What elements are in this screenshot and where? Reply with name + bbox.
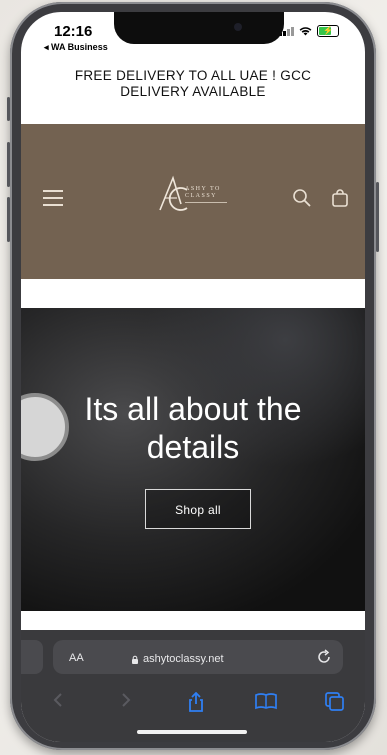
announcement-line-1: FREE DELIVERY TO ALL UAE ! GCC (74, 68, 312, 83)
back-icon[interactable] (51, 692, 65, 708)
announcement-line-2: DELIVERY AVAILABLE (120, 84, 266, 99)
share-icon[interactable] (187, 692, 205, 712)
home-indicator[interactable] (137, 730, 247, 734)
status-indicators: ⚡ (279, 25, 339, 37)
power-button (376, 182, 379, 252)
announcement-bar: FREE DELIVERY TO ALL UAE ! GCC DELIVERY … (21, 68, 365, 100)
logo-wordmark: ASHY TO CLASSY (185, 186, 227, 203)
reload-icon[interactable] (316, 649, 332, 665)
volume-down-button (7, 197, 10, 242)
shop-all-button[interactable]: Shop all (145, 489, 251, 529)
previous-tab-preview[interactable] (21, 640, 43, 674)
brand-logo[interactable]: ASHY TO CLASSY (157, 172, 237, 222)
text-size-button[interactable]: AA (69, 652, 84, 664)
volume-up-button (7, 142, 10, 187)
screen: 12:16 ◂ WA Business ⚡ FREE DELIVERY TO A… (21, 12, 365, 742)
logo-line-2: CLASSY (185, 193, 218, 199)
search-icon[interactable] (292, 188, 312, 208)
forward-icon[interactable] (119, 692, 133, 708)
hero-title-line-1: Its all about the (84, 391, 302, 427)
status-time: 12:16 (54, 23, 93, 40)
url-text[interactable]: ashytoclassy.net (143, 653, 224, 665)
lock-icon (132, 655, 138, 664)
silent-switch (7, 97, 10, 121)
book-icon[interactable] (255, 692, 277, 710)
hero-title-line-2: details (146, 429, 240, 465)
hero-title: Its all about the details (21, 390, 365, 466)
logo-line-1: ASHY TO (185, 186, 221, 192)
wifi-icon (299, 27, 312, 36)
cart-icon[interactable] (330, 188, 350, 208)
battery-icon: ⚡ (317, 25, 339, 37)
notch (114, 12, 284, 44)
tabs-icon[interactable] (325, 692, 345, 712)
hamburger-icon[interactable] (43, 190, 63, 211)
back-to-app-link[interactable]: ◂ WA Business (44, 42, 108, 53)
